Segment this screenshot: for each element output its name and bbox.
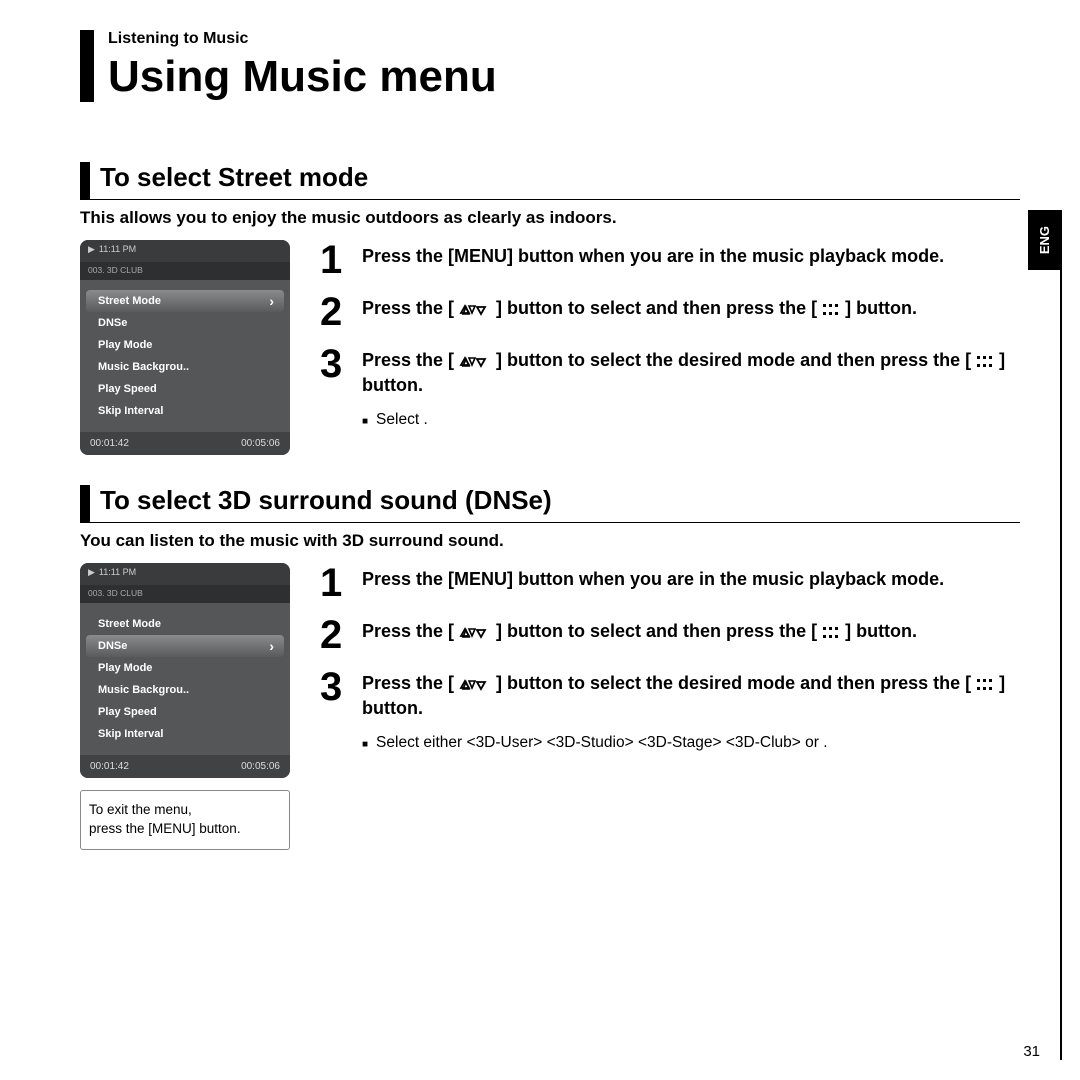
total-time: 00:05:06 [241,761,280,772]
up-down-icon [459,672,491,696]
step-text: Press the [ ] button to select the desir… [362,667,1020,721]
up-down-icon [459,620,491,644]
device-menu-item: Play Speed [86,701,284,723]
sub-bullet: ■Select . [362,410,1020,431]
step-text: Press the [MENU] button when you are in … [362,240,944,280]
device-menu-item: Skip Interval [86,400,284,422]
step-number: 1 [320,240,348,280]
grid-icon [822,297,840,321]
language-tab: ENG [1028,210,1060,270]
step: 3 Press the [ ] button to select the des… [320,667,1020,721]
section: To select Street mode This allows you to… [80,162,1020,455]
page-number: 31 [1023,1043,1040,1060]
step: 2 Press the [ ] button to select and the… [320,615,1020,655]
step: 1 Press the [MENU] button when you are i… [320,563,1020,603]
device-menu-item: Music Backgrou.. [86,679,284,701]
section-heading: To select Street mode [80,162,1020,200]
step-text: Press the [ ] button to select and then … [362,615,917,655]
device-menu-item: Play Mode [86,334,284,356]
grid-icon [976,349,994,373]
total-time: 00:05:06 [241,438,280,449]
step-number: 1 [320,563,348,603]
device-menu-item: Street Mode [86,290,284,312]
grid-icon [822,620,840,644]
step: 3 Press the [ ] button to select the des… [320,344,1020,398]
step-number: 3 [320,344,348,398]
title-block: Listening to Music Using Music menu [80,30,1020,102]
section: To select 3D surround sound (DNSe) You c… [80,485,1020,850]
device-menu-item: DNSe [86,312,284,334]
device-menu-item: Skip Interval [86,723,284,745]
section-heading: To select 3D surround sound (DNSe) [80,485,1020,523]
device-menu-item: Play Speed [86,378,284,400]
exit-note: To exit the menu,press the [MENU] button… [80,790,290,850]
device-menu-item: Street Mode [86,613,284,635]
up-down-icon [459,349,491,373]
step: 2 Press the [ ] button to select and the… [320,292,1020,332]
breadcrumb: Listening to Music [108,30,1020,48]
device-menu-item: DNSe [86,635,284,657]
step-text: Press the [ ] button to select the desir… [362,344,1020,398]
section-intro: You can listen to the music with 3D surr… [80,531,1020,551]
elapsed-time: 00:01:42 [90,438,129,449]
right-rule [1060,210,1062,1060]
elapsed-time: 00:01:42 [90,761,129,772]
device-screenshot: ▶11:11 PM 003. 3D CLUB Street ModeDNSePl… [80,240,290,455]
device-menu-item: Play Mode [86,657,284,679]
step-number: 2 [320,615,348,655]
up-down-icon [459,297,491,321]
step: 1 Press the [MENU] button when you are i… [320,240,1020,280]
sub-bullet: ■Select either <3D-User> <3D-Studio> <3D… [362,733,1020,754]
section-intro: This allows you to enjoy the music outdo… [80,208,1020,228]
device-menu-item: Music Backgrou.. [86,356,284,378]
grid-icon [976,672,994,696]
step-text: Press the [ ] button to select and then … [362,292,917,332]
step-number: 2 [320,292,348,332]
step-text: Press the [MENU] button when you are in … [362,563,944,603]
step-number: 3 [320,667,348,721]
page-title: Using Music menu [108,52,1020,102]
device-screenshot: ▶11:11 PM 003. 3D CLUB Street ModeDNSePl… [80,563,290,778]
